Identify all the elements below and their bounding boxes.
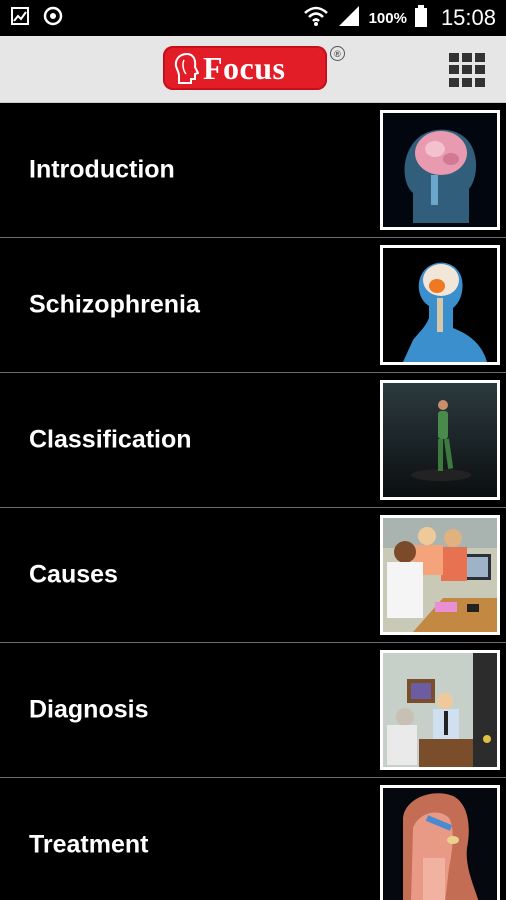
list-item-schizophrenia[interactable]: Schizophrenia (0, 238, 506, 373)
list-item-causes[interactable]: Causes (0, 508, 506, 643)
topic-list: Introduction Schizophrenia Classificatio… (0, 103, 506, 900)
app-bar: Focus ® (0, 36, 506, 103)
signal-icon (337, 5, 361, 32)
doctor-office-thumbnail (380, 650, 500, 770)
brain-head-thumbnail (380, 110, 500, 230)
battery-percent: 100% (368, 9, 407, 27)
list-item-label: Treatment (29, 830, 149, 859)
list-item-classification[interactable]: Classification (0, 373, 506, 508)
head-profile-thumbnail (380, 245, 500, 365)
list-item-label: Diagnosis (29, 695, 149, 724)
list-item-label: Schizophrenia (29, 290, 200, 319)
focus-logo: Focus (163, 46, 327, 90)
battery-icon (414, 4, 427, 32)
logo-text: Focus (203, 49, 286, 86)
walking-man-thumbnail (380, 380, 500, 500)
sync-icon (42, 5, 64, 32)
head-silhouette-icon (174, 52, 199, 84)
list-item-diagnosis[interactable]: Diagnosis (0, 643, 506, 778)
list-item-label: Introduction (29, 155, 175, 184)
doctor-consultation-thumbnail (380, 515, 500, 635)
list-item-label: Causes (29, 560, 118, 589)
list-item-introduction[interactable]: Introduction (0, 103, 506, 238)
wifi-icon (303, 5, 329, 32)
image-icon (10, 6, 30, 31)
grid-menu-icon[interactable] (449, 53, 485, 87)
list-item-treatment[interactable]: Treatment (0, 778, 506, 900)
registered-mark: ® (330, 46, 345, 61)
throat-anatomy-thumbnail (380, 785, 500, 900)
clock: 15:08 (440, 5, 496, 30)
list-item-label: Classification (29, 425, 192, 454)
status-bar: 100% 15:08 (0, 0, 506, 36)
